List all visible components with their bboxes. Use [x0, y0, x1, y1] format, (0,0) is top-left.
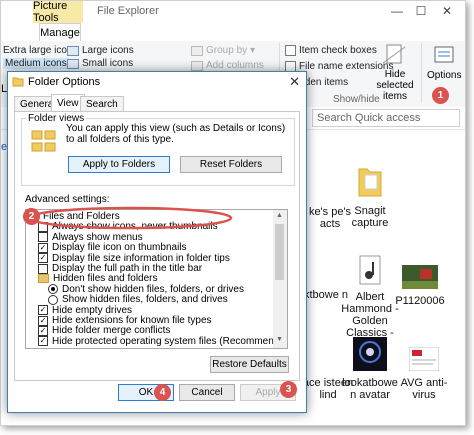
settings-radio-option[interactable]: Show hidden files, folders, and drives [48, 294, 228, 305]
small-icons-icon [67, 58, 79, 69]
add-columns-icon [191, 60, 203, 71]
setting-label: Hide empty drives [52, 304, 133, 316]
file-thumbnail [325, 163, 335, 203]
maximize-icon[interactable]: ☐ [411, 3, 431, 19]
small-icons-label: Small icons [82, 58, 134, 69]
settings-checkbox-option[interactable]: Display the full path in the title bar [38, 263, 202, 274]
checkbox[interactable]: ✓ [38, 315, 48, 326]
step-badge-2: 2 [23, 208, 40, 225]
group-by-label: Group by [206, 45, 248, 56]
folder-views-description: You can apply this view (such as Details… [66, 123, 286, 145]
setting-label: Hide protected operating system files (R… [52, 335, 275, 347]
file-item[interactable]: AVG anti-virus [395, 346, 453, 401]
settings-checkbox-option[interactable]: ✓ Display file size information in folder… [38, 253, 230, 264]
item-check-boxes-option[interactable]: Item check boxes [285, 45, 377, 56]
apply-to-folders-button[interactable]: Apply to Folders [68, 156, 170, 173]
file-item[interactable]: P1120006 [391, 265, 449, 307]
settings-checkbox-option[interactable]: ✓ Display file icon on thumbnails [38, 242, 187, 253]
add-columns-label: Add columns [206, 60, 264, 71]
large-icons-icon [67, 45, 79, 56]
item-check-boxes-label: Item check boxes [299, 45, 377, 56]
tab-manage[interactable]: Manage [39, 23, 81, 42]
settings-checkbox-option[interactable]: ✓ Hide protected operating system files (… [38, 335, 275, 347]
file-name: lookatbowe n avatar [342, 377, 398, 401]
setting-label: Hidden files and folders [53, 273, 158, 285]
large-icons-option[interactable]: Large icons [67, 45, 134, 56]
setting-label: Don't show hidden files, folders, or dri… [62, 283, 244, 295]
settings-checkbox-option[interactable]: ✓ Hide empty drives [38, 305, 132, 316]
checkbox[interactable]: ✓ [38, 336, 48, 347]
settings-group: Hidden files and folders [38, 273, 158, 284]
window-title: File Explorer [97, 5, 159, 17]
show-hide-group-label: Show/hide [333, 94, 380, 105]
close-icon[interactable]: ✕ [437, 3, 457, 19]
checkbox[interactable] [38, 263, 48, 274]
minimize-icon[interactable]: — [387, 3, 407, 19]
picture-tools-contextual-tab[interactable]: Picture Tools [33, 1, 83, 24]
avatar-thumbnail [353, 337, 387, 371]
setting-label: Hide folder merge conflicts [52, 325, 171, 337]
settings-scrollbar[interactable]: ▲ ▼ [273, 209, 288, 349]
file-item[interactable]: lookatbowe n avatar [341, 337, 399, 401]
medium-icons-label: Medium icons [5, 58, 67, 69]
group-by-icon [191, 45, 203, 56]
file-name: Snagit capture [351, 205, 389, 229]
restore-defaults-button[interactable]: Restore Defaults [210, 356, 289, 373]
settings-checkbox-option[interactable]: ✓ Hide extensions for known file types [38, 315, 212, 326]
scroll-up-icon[interactable]: ▲ [276, 212, 283, 219]
folder-views-icon [31, 130, 56, 152]
folder-views-group: Folder views You can apply this view (su… [21, 113, 295, 186]
setting-label: Display file size information in folder … [52, 252, 230, 264]
highlight-ellipse [27, 206, 233, 230]
dialog-title: Folder Options [28, 76, 101, 88]
step-badge-4: 4 [154, 384, 171, 401]
reset-folders-button[interactable]: Reset Folders [180, 156, 282, 173]
photo-thumbnail [402, 265, 438, 289]
chevron-down-icon: ▾ [250, 45, 256, 56]
folder-icon [12, 77, 24, 87]
search-input[interactable]: Search Quick access [312, 109, 460, 127]
tab-search[interactable]: Search [80, 96, 124, 111]
options-button[interactable]: Options [427, 70, 461, 81]
music-file-icon [359, 255, 381, 285]
view-tab-pane: Folder views You can apply this view (su… [14, 111, 300, 381]
setting-label: Display the full path in the title bar [52, 263, 203, 274]
folder-icon [358, 168, 382, 197]
document-thumbnail [408, 346, 440, 372]
step-badge-1: 1 [432, 87, 449, 104]
folder-icon [38, 274, 49, 284]
checkbox[interactable]: ✓ [38, 253, 48, 264]
group-by-button[interactable]: Group by ▾ [191, 45, 255, 56]
file-name: AVG anti-virus [400, 377, 448, 401]
checkbox[interactable]: ✓ [38, 242, 48, 253]
dialog-title-bar: Folder Options ✕ [8, 72, 306, 92]
step-badge-3: 3 [280, 381, 297, 398]
large-icons-label: Large icons [82, 45, 134, 56]
item-check-boxes-checkbox[interactable] [285, 45, 296, 56]
close-icon[interactable]: ✕ [289, 74, 300, 90]
options-icon [429, 45, 459, 65]
medium-icons-option[interactable]: Medium icons [3, 58, 69, 69]
settings-radio-option[interactable]: Don't show hidden files, folders, or dri… [48, 284, 244, 295]
radio-button[interactable] [48, 284, 58, 295]
small-icons-option[interactable]: Small icons [67, 58, 133, 69]
scroll-down-icon[interactable]: ▼ [276, 336, 283, 343]
folder-options-dialog: Folder Options ✕ General View Search Fol… [7, 71, 307, 413]
radio-button[interactable] [48, 294, 58, 305]
settings-checkbox-option[interactable]: ✓ Hide folder merge conflicts [38, 325, 170, 336]
checkbox[interactable]: ✓ [38, 305, 48, 316]
file-name: P1120006 [395, 295, 445, 307]
setting-label: Display file icon on thumbnails [52, 242, 187, 254]
setting-label: Hide extensions for known file types [52, 315, 212, 326]
checkbox[interactable]: ✓ [38, 325, 48, 336]
setting-label: Show hidden files, folders, and drives [62, 294, 228, 306]
cancel-button[interactable]: Cancel [179, 384, 235, 401]
ribbon-divider [421, 43, 422, 103]
scrollbar-thumb[interactable] [275, 224, 284, 280]
add-columns-button[interactable]: Add columns [191, 60, 264, 71]
hide-selected-icon [375, 43, 415, 67]
file-item[interactable]: Snagit capture [341, 163, 399, 229]
